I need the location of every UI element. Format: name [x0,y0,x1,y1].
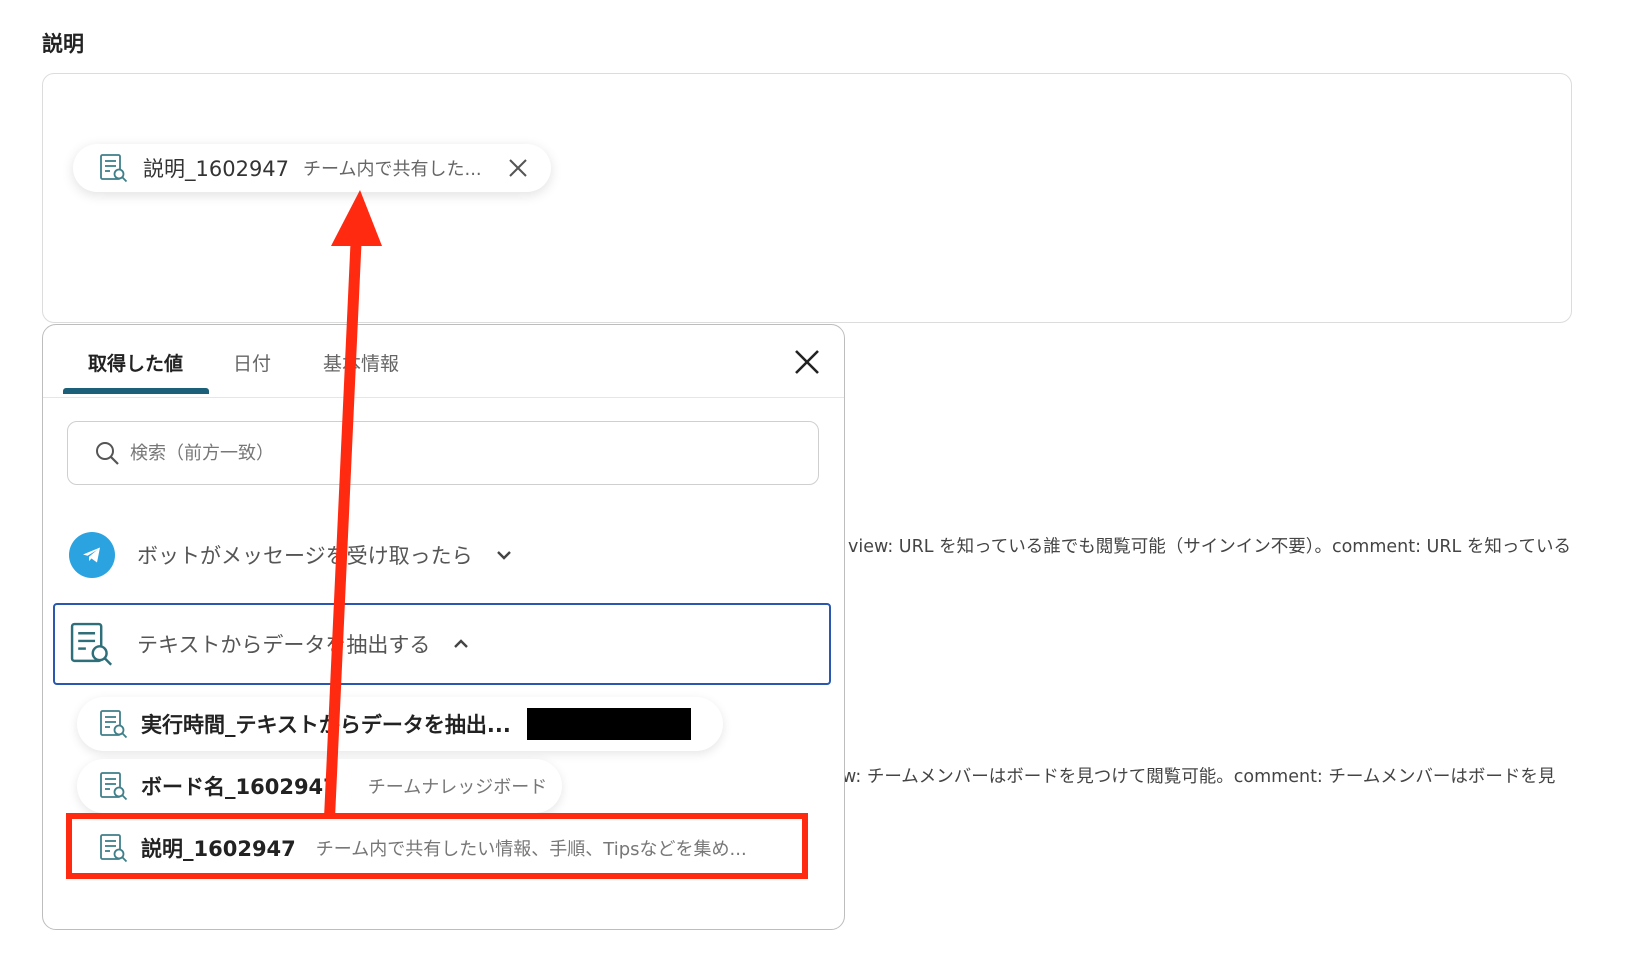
group-bot-message-received[interactable]: ボットがメッセージを受け取ったら [53,525,813,585]
chip-name: 説明_1602947 [143,157,290,181]
tab-basic-info[interactable]: 基本情報 [323,349,399,376]
chevron-up-icon[interactable] [452,635,470,653]
document-search-icon [100,772,128,801]
description-field[interactable]: 説明_1602947 チーム内で共有した... [42,73,1572,323]
item-preview: チーム内で共有したい情報、手順、Tipsなどを集め... [315,839,747,860]
tab-date[interactable]: 日付 [233,349,271,376]
tab-retrieved-values[interactable]: 取得した値 [88,349,183,376]
panel-close-icon[interactable] [792,347,822,377]
group-label: ボットがメッセージを受け取ったら [137,544,473,568]
group-extract-data[interactable]: テキストからデータを抽出する [53,603,831,685]
field-label: 説明 [42,32,84,56]
document-search-icon [100,834,128,863]
help-text-team-option: w: チームメンバーはボードを見つけて閲覧可能。comment: チームメンバー… [842,767,1556,787]
item-preview: チームナレッジボード [367,777,548,798]
active-tab-indicator [63,388,209,394]
close-icon[interactable] [507,157,529,179]
variable-chip[interactable]: 説明_1602947 チーム内で共有した... [73,144,551,192]
help-text-view-option: view: URL を知っている誰でも閲覧可能（サインイン不要）。comment… [848,537,1571,557]
group-label: テキストからデータを抽出する [137,633,431,657]
variable-picker-panel: 取得した値 日付 基本情報 ボットがメッセージを受け取ったら [42,324,845,930]
document-search-icon [70,622,113,666]
redacted-value [526,708,691,740]
document-search-icon [100,710,128,739]
item-name: 実行時間_テキストからデータを抽出... [141,713,511,737]
list-item-selected[interactable]: 説明_1602947 チーム内で共有したい情報、手順、Tipsなどを集め... [77,821,785,875]
search-icon [96,442,119,465]
document-search-icon [100,154,128,183]
search-field[interactable] [67,421,819,485]
tab-bar: 取得した値 日付 基本情報 [43,325,844,398]
item-name: ボード名_1602947 [141,775,338,799]
telegram-icon [69,532,115,578]
list-item[interactable]: 実行時間_テキストからデータを抽出... [77,697,723,751]
chip-preview: チーム内で共有した... [303,159,482,180]
chevron-down-icon[interactable] [495,546,513,564]
item-name: 説明_1602947 [141,837,296,861]
list-item[interactable]: ボード名_1602947 チームナレッジボード [77,759,562,813]
search-input[interactable] [128,441,772,465]
